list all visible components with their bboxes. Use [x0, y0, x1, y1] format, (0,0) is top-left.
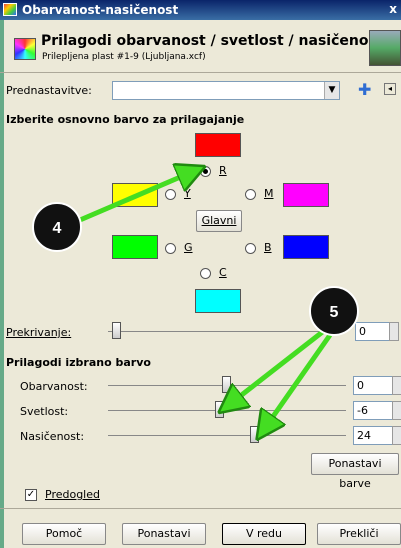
radio-cyan-label: C [219, 266, 227, 279]
callout-5-circle [309, 286, 359, 336]
primary-color-section-title: Izberite osnovno barvo za prilagajanje [6, 113, 245, 126]
radio-magenta[interactable] [245, 189, 256, 200]
overlap-slider-handle[interactable] [112, 322, 121, 339]
hue-saturation-icon [14, 38, 36, 60]
add-preset-icon[interactable]: ✚ [358, 80, 371, 99]
swatch-yellow [112, 183, 158, 207]
hue-spin[interactable]: 0 [353, 376, 401, 395]
saturation-spin[interactable]: 24 [353, 426, 401, 445]
callout-5-text: 5 [330, 304, 339, 321]
overlap-spin[interactable]: 0 [355, 322, 399, 341]
cancel-button[interactable]: Prekliči [317, 523, 401, 545]
lightness-value: -6 [357, 404, 368, 417]
preset-menu-icon[interactable]: ◂ [384, 83, 396, 95]
arrow-to-lightness [230, 328, 327, 404]
lightness-label: Svetlost: [20, 405, 69, 418]
lightness-spin[interactable]: -6 [353, 401, 401, 420]
hue-value: 0 [357, 379, 364, 392]
radio-yellow-label: Y [184, 187, 191, 200]
overlap-value: 0 [359, 325, 366, 338]
radio-cyan[interactable] [200, 268, 211, 279]
saturation-track[interactable] [108, 435, 346, 436]
swatch-magenta [283, 183, 329, 207]
dialog-window: Obarvanost-nasičenost x Prilagodi obarva… [0, 0, 401, 548]
image-thumbnail [369, 30, 401, 66]
radio-red[interactable] [200, 166, 211, 177]
swatch-cyan [195, 289, 241, 313]
reset-color-button[interactable]: Ponastavi barve [311, 453, 399, 490]
radio-blue-label: B [264, 241, 272, 254]
window-edge [0, 20, 4, 548]
lightness-slider-handle[interactable] [215, 401, 224, 418]
master-button[interactable]: Glavni [196, 210, 242, 232]
saturation-spin-arrows[interactable] [392, 426, 401, 445]
lightness-track[interactable] [108, 410, 346, 411]
arrow-to-saturation [265, 333, 333, 428]
hue-spin-arrows[interactable] [392, 376, 401, 395]
overlap-label: Prekrivanje: [6, 326, 72, 339]
radio-red-label: R [219, 164, 227, 177]
adjust-section-title: Prilagodi izbrano barvo [6, 356, 151, 369]
overlap-track[interactable] [108, 331, 346, 332]
saturation-label: Nasičenost: [20, 430, 85, 443]
callout-4-circle [32, 202, 82, 252]
preview-label: Predogled [45, 488, 100, 501]
close-icon[interactable]: x [389, 2, 397, 16]
radio-blue[interactable] [245, 243, 256, 254]
chevron-down-icon[interactable]: ▼ [324, 82, 339, 99]
presets-combo[interactable]: ▼ [112, 81, 340, 100]
help-button[interactable]: Pomoč [22, 523, 106, 545]
preview-checkbox[interactable]: ✓ [25, 489, 37, 501]
separator [0, 508, 401, 509]
window-title: Obarvanost-nasičenost [22, 3, 179, 17]
radio-magenta-label: M [264, 187, 274, 200]
dialog-heading: Prilagodi obarvanost / svetlost / nasiče… [41, 33, 384, 49]
swatch-green [112, 235, 158, 259]
title-bar: Obarvanost-nasičenost x [0, 0, 401, 20]
swatch-red [195, 133, 241, 157]
saturation-slider-handle[interactable] [250, 426, 259, 443]
app-icon [3, 3, 17, 16]
overlap-spin-arrows[interactable] [389, 322, 399, 341]
hue-slider-handle[interactable] [222, 376, 231, 393]
hue-label: Obarvanost: [20, 380, 88, 393]
swatch-blue [283, 235, 329, 259]
saturation-value: 24 [357, 429, 371, 442]
ok-button[interactable]: V redu [222, 523, 306, 545]
radio-green-label: G [184, 241, 193, 254]
layer-subtitle: Prilepljena plast #1-9 (Ljubljana.xcf) [42, 52, 206, 62]
lightness-spin-arrows[interactable] [392, 401, 401, 420]
radio-yellow[interactable] [165, 189, 176, 200]
radio-green[interactable] [165, 243, 176, 254]
presets-label: Prednastavitve: [6, 84, 92, 97]
reset-button[interactable]: Ponastavi [122, 523, 206, 545]
callout-4-text: 4 [53, 220, 62, 237]
